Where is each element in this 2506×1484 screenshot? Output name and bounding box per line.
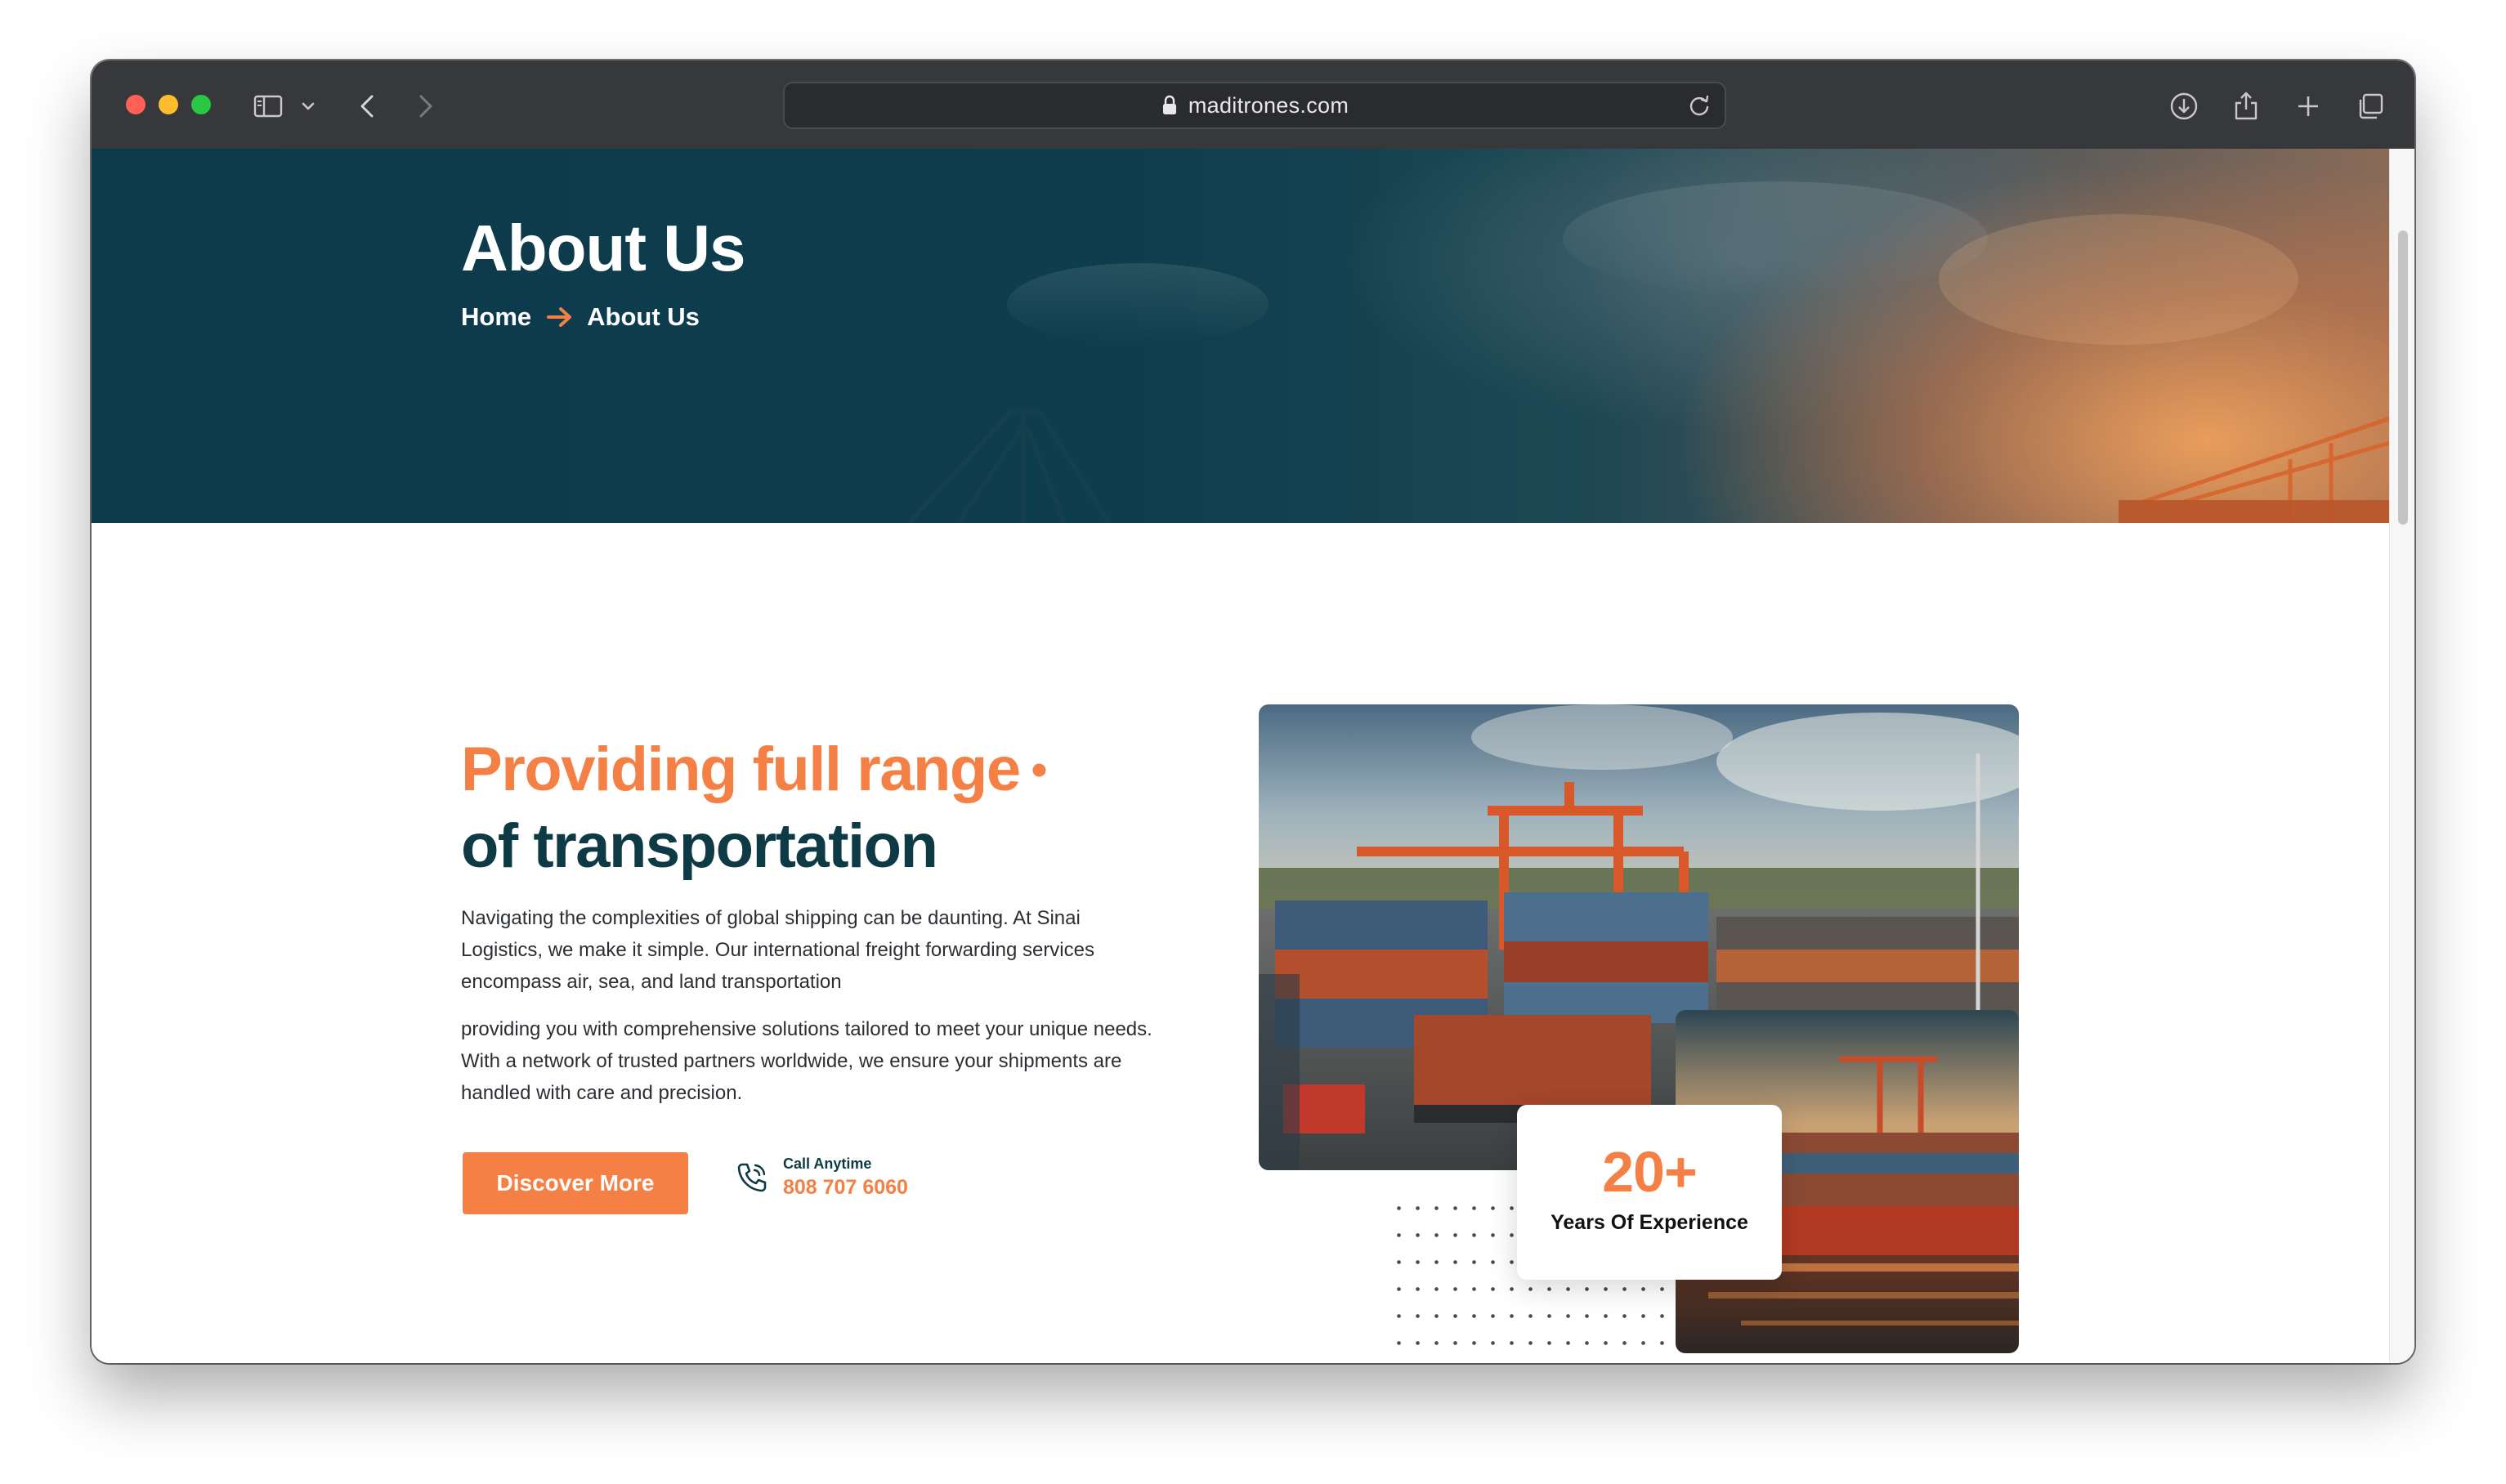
hero-background-image [906, 181, 2390, 523]
breadcrumb: Home About Us [461, 302, 700, 332]
page-title: About Us [461, 212, 746, 284]
heading-dot: • [1031, 744, 1048, 795]
download-icon[interactable] [2168, 90, 2200, 123]
call-label: Call Anytime [783, 1155, 872, 1172]
page-viewport: About Us Home About Us Providing full ra… [92, 149, 2414, 1363]
experience-card: 20+ Years Of Experience [1517, 1105, 1782, 1280]
about-paragraph-1: Navigating the complexities of global sh… [461, 907, 1094, 993]
page-hero-banner: About Us Home About Us [92, 149, 2390, 523]
back-icon[interactable] [351, 90, 384, 123]
plus-icon[interactable] [2292, 90, 2325, 123]
browser-window: maditrones.com About Us Home About Us Pr… [92, 60, 2414, 1363]
minimize-window-button[interactable] [159, 95, 178, 114]
scrollbar-thumb[interactable] [2398, 230, 2408, 525]
experience-years-value: 20+ [1602, 1140, 1698, 1204]
about-paragraph-2: providing you with comprehensive solutio… [461, 1018, 1152, 1104]
call-anytime-block[interactable]: Call Anytime 808 707 6060 [734, 1155, 908, 1200]
chevron-down-icon[interactable] [298, 90, 319, 123]
url-text: maditrones.com [1188, 92, 1349, 118]
section-heading-secondary: of transportation [461, 811, 938, 881]
forward-icon[interactable] [409, 90, 441, 123]
phone-icon [737, 1163, 767, 1192]
section-heading-primary: Providing full range • [461, 734, 1048, 805]
address-bar[interactable]: maditrones.com [783, 82, 1726, 129]
phone-number-link[interactable]: 808 707 6060 [783, 1176, 908, 1200]
close-window-button[interactable] [126, 95, 145, 114]
share-icon[interactable] [2230, 90, 2262, 123]
zoom-window-button[interactable] [191, 95, 211, 114]
heading-line1-text: Providing full range [461, 735, 1021, 804]
browser-toolbar: maditrones.com [92, 60, 2414, 150]
tabs-icon[interactable] [2354, 90, 2387, 123]
reload-icon[interactable] [1685, 92, 1713, 119]
sidebar-icon[interactable] [252, 90, 284, 123]
lock-icon [1162, 95, 1176, 114]
experience-label: Years Of Experience [1551, 1211, 1748, 1234]
breadcrumb-home-link[interactable]: Home [461, 302, 531, 332]
arrow-right-icon [547, 307, 572, 327]
breadcrumb-current: About Us [587, 302, 700, 331]
discover-more-button[interactable]: Discover More [463, 1152, 688, 1214]
page-scrollbar[interactable] [2389, 149, 2414, 1363]
